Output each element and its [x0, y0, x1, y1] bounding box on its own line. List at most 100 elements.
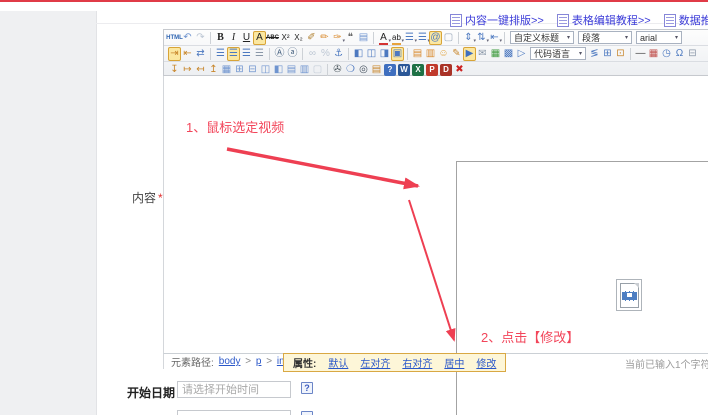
image-inline-button[interactable]: ◫ [365, 47, 378, 61]
video-placeholder-selection[interactable] [616, 279, 642, 311]
insert-emotion-button[interactable]: ☺ [437, 47, 450, 61]
italic-button[interactable]: I [227, 31, 240, 45]
insert-time-button[interactable]: ◷ [660, 47, 673, 61]
paste-word-button[interactable]: ⊡ [614, 47, 627, 61]
table-col-ops-button[interactable]: ⊟ [246, 63, 259, 77]
view-source-button[interactable]: HTML [168, 31, 181, 45]
image-caption-button[interactable]: ▥ [424, 47, 437, 61]
image-float-left-button[interactable]: ◧ [352, 47, 365, 61]
highlight-color-button[interactable]: ab▾ [390, 31, 403, 45]
to-uppercase-button[interactable]: Ⓐ [273, 47, 286, 61]
format-painter-button[interactable]: ✏ [318, 31, 331, 45]
paragraph-select[interactable]: 段落▾ [578, 31, 632, 44]
path-link[interactable]: p [256, 356, 262, 367]
split-cell-button[interactable]: ◧ [272, 63, 285, 77]
editor-body[interactable] [456, 161, 708, 415]
scrawl-board-button[interactable]: ✎ [450, 47, 463, 61]
remove-link-button[interactable]: % [319, 47, 332, 61]
unordered-list-button[interactable]: ☰▾ [416, 31, 429, 45]
subscript-button[interactable]: X₂ [292, 31, 305, 45]
delete-col-button[interactable]: ▥ [298, 63, 311, 77]
heading-select[interactable]: 自定义标题▾ [510, 31, 574, 44]
superscript-button[interactable]: X² [279, 31, 292, 45]
date-help-icon[interactable]: ? [301, 382, 313, 394]
insert-video-button[interactable]: ▶ [463, 47, 476, 61]
horizontal-rule-button[interactable]: — [634, 47, 647, 61]
insert-image-button[interactable]: ▦ [489, 47, 502, 61]
horizontal-rule-icon: — [636, 49, 646, 59]
insert-headline-button[interactable]: ▤ [357, 31, 370, 45]
delete-row-button[interactable]: ▤ [285, 63, 298, 77]
help-link[interactable]: 表格编辑教程>> [557, 12, 651, 28]
import-excel-button[interactable]: X [412, 64, 424, 76]
merge-cells-button[interactable]: ◫ [259, 63, 272, 77]
special-chars-button[interactable]: Ω [673, 47, 686, 61]
insert-anchor-point-button[interactable]: ⚓ [332, 47, 345, 61]
insert-template-button[interactable]: ▷ [515, 47, 528, 61]
insert-anchor-button[interactable]: @ [429, 31, 442, 45]
table-insert-col-right-button[interactable]: ↤ [194, 63, 207, 77]
insert-table-button[interactable]: ▦ [220, 63, 233, 77]
align-right-button[interactable]: ☰ [240, 47, 253, 61]
undo-button[interactable]: ↶ [181, 31, 194, 45]
to-lowercase-button[interactable]: ⓐ [286, 47, 299, 61]
image-border-button[interactable]: ▤ [411, 47, 424, 61]
strikethrough-button[interactable]: ABC [266, 31, 279, 45]
clear-doc-button[interactable]: ✖ [453, 63, 466, 77]
indent-button[interactable]: ⇤▾ [488, 31, 501, 45]
blockquote-button[interactable]: ❝ [344, 31, 357, 45]
attr-link[interactable]: 居中 [444, 355, 464, 370]
edit-table-button[interactable]: ⊞ [601, 47, 614, 61]
table-insert-row-above-button[interactable]: ↧ [168, 63, 181, 77]
insert-attachment-button[interactable]: ✉ [476, 47, 489, 61]
attr-link[interactable]: 修改 [476, 355, 496, 370]
align-left-button[interactable]: ☰ [214, 47, 227, 61]
search-replace-button[interactable]: ◎ [357, 63, 370, 77]
image-center-button[interactable]: ▣ [391, 47, 404, 61]
help-link[interactable]: 内容一键排版>> [450, 12, 544, 28]
attr-link[interactable]: 右对齐 [402, 355, 432, 370]
help-link[interactable]: 数据推送教程>> [664, 12, 708, 28]
attr-link[interactable]: 默认 [328, 355, 348, 370]
export-doc-button[interactable]: D [440, 64, 452, 76]
font-color-button[interactable]: A▾ [377, 31, 390, 45]
image-manager-button[interactable]: ▩ [502, 47, 515, 61]
insert-link-button[interactable]: ∞ [306, 47, 319, 61]
table-insert-row-below-button[interactable]: ↥ [207, 63, 220, 77]
align-center-button[interactable]: ☰ [227, 47, 240, 61]
paragraph-spacing-button[interactable]: ⇅▾ [475, 31, 488, 45]
new-doc-button[interactable]: ▢ [442, 31, 455, 45]
insert-code-button[interactable]: ≶ [588, 47, 601, 61]
scrawl-pen-button[interactable]: ✑▾ [331, 31, 344, 45]
preview-button[interactable]: ❍ [344, 63, 357, 77]
second-date-help-icon[interactable] [301, 411, 313, 415]
second-date-input[interactable] [177, 410, 291, 415]
insert-iframe-button[interactable]: ⊟ [686, 47, 699, 61]
format-eraser-button[interactable]: ✐ [305, 31, 318, 45]
start-date-input[interactable] [177, 381, 291, 398]
print-button[interactable]: ✇ [331, 63, 344, 77]
import-word-button[interactable]: W [398, 64, 410, 76]
redo-button[interactable]: ↷ [194, 31, 207, 45]
export-pdf-button[interactable]: P [426, 64, 438, 76]
delete-table-button[interactable]: ▢ [311, 63, 324, 77]
ordered-list-button[interactable]: ☰▾ [403, 31, 416, 45]
underline-button[interactable]: U [240, 31, 253, 45]
remove-indent-button[interactable]: ⇤ [181, 47, 194, 61]
align-justify-button[interactable]: ☰ [253, 47, 266, 61]
attr-link[interactable]: 左对齐 [360, 355, 390, 370]
image-float-right-button[interactable]: ◨ [378, 47, 391, 61]
table-row-ops-button[interactable]: ⊞ [233, 63, 246, 77]
code-select[interactable]: 代码语言▾ [530, 47, 586, 60]
font-border-button[interactable]: A [253, 31, 266, 45]
auto-typeset-button[interactable]: ⇄ [194, 47, 207, 61]
insert-date-button[interactable]: ▦ [647, 47, 660, 61]
font-select[interactable]: arial▾ [636, 31, 682, 44]
line-height-button[interactable]: ⇕▾ [462, 31, 475, 45]
first-line-indent-button[interactable]: ⇥ [168, 47, 181, 61]
path-link[interactable]: body [219, 356, 241, 367]
table-insert-col-left-button[interactable]: ↦ [181, 63, 194, 77]
paste-plain-button[interactable]: ▤ [370, 63, 383, 77]
bold-button[interactable]: B [214, 31, 227, 45]
help-button[interactable]: ? [384, 64, 396, 76]
